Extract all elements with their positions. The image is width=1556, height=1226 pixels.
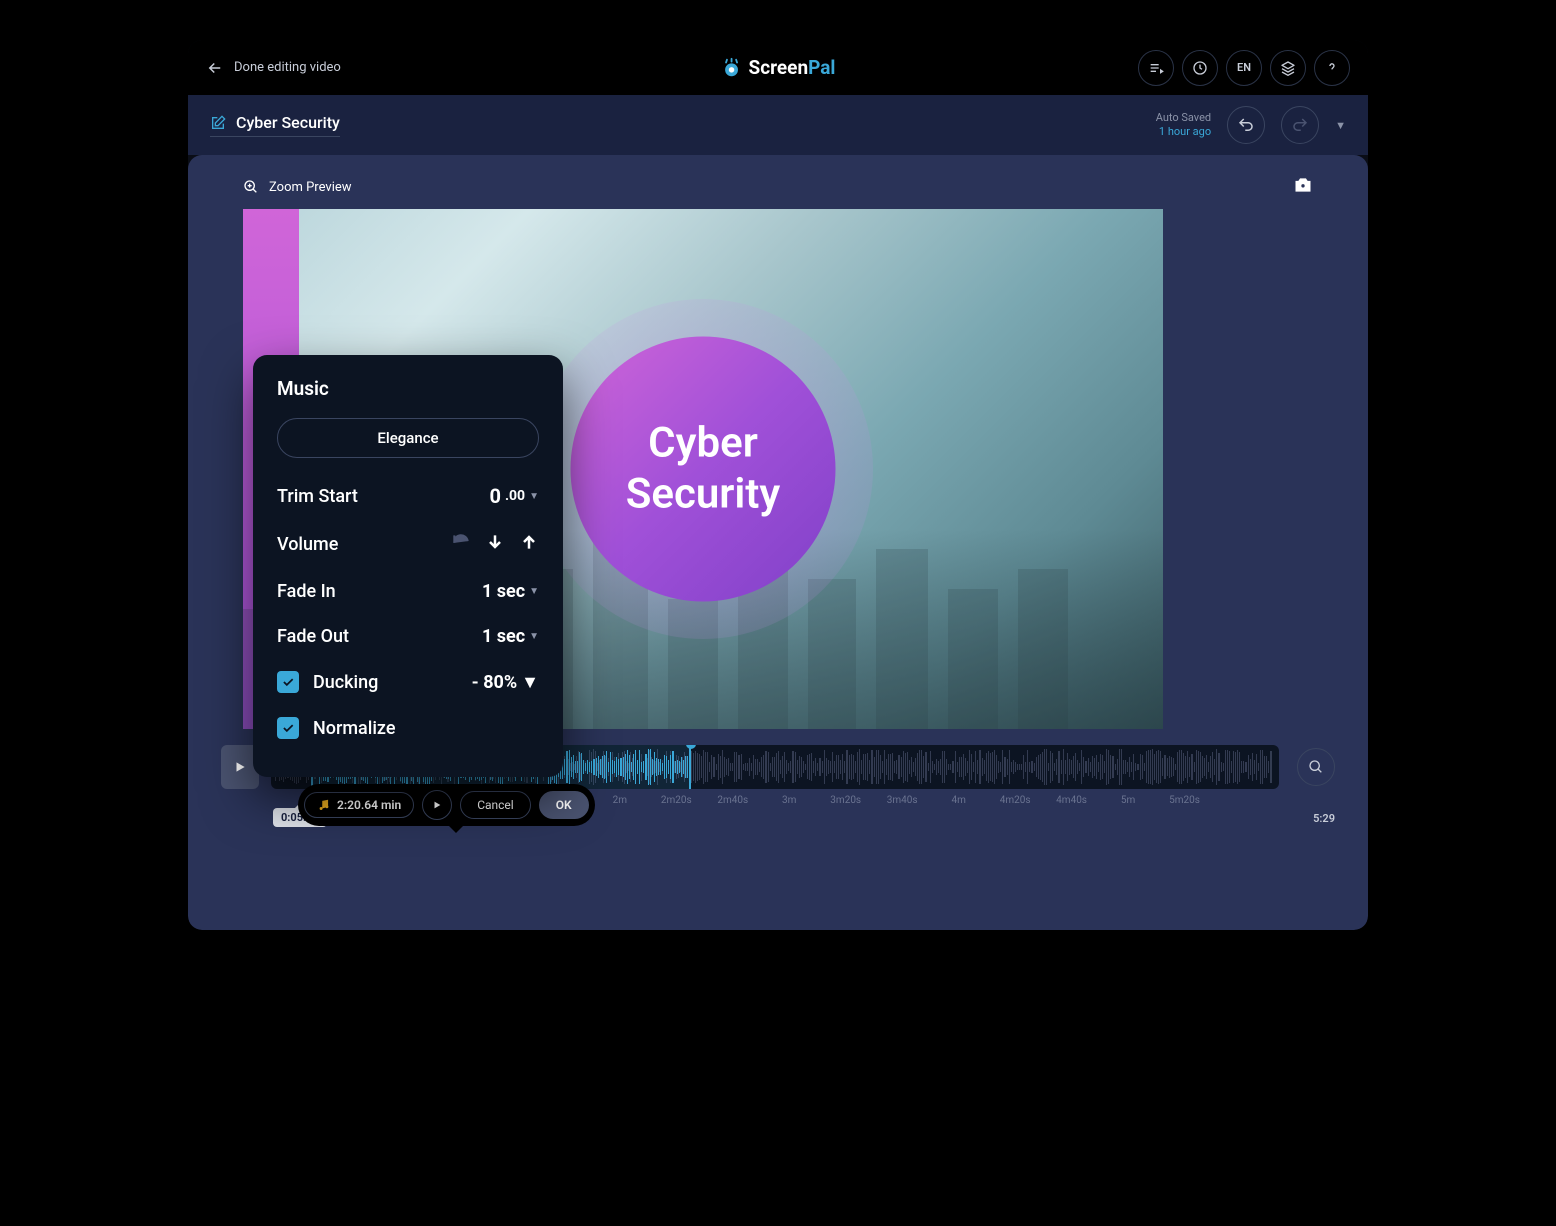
screenshot-button[interactable] [1293,175,1313,199]
arrow-up-icon [519,532,539,552]
tick-label: 5m20s [1169,795,1200,806]
tick-label: 3m40s [887,795,918,806]
tick-label: 2m20s [661,795,692,806]
project-title[interactable]: Cyber Security [210,113,340,137]
timeline-end-time: 5:29 [1313,812,1335,825]
normalize-checkbox[interactable] [277,717,299,739]
back-button[interactable]: Done editing video [206,59,341,77]
top-right-controls: EN [1138,50,1350,86]
clip-toolbar: 2:20.64 min Cancel OK [298,784,595,826]
app-logo: ScreenPal [721,56,836,79]
music-note-icon [317,798,331,812]
arrow-left-icon [206,59,224,77]
tick-label: 4m20s [1000,795,1031,806]
project-title-text: Cyber Security [236,113,340,132]
fade-out-label: Fade Out [277,626,349,647]
track-select-button[interactable]: Elegance [277,418,539,458]
autosave-status: Auto Saved 1 hour ago [1156,111,1211,140]
preview-play-button[interactable] [422,790,452,820]
play-icon [233,760,247,774]
question-icon [1324,60,1340,76]
volume-down-button[interactable] [485,532,505,557]
tick-label: 2m [613,795,627,806]
tick-label: 5m [1121,795,1135,806]
fade-out-value[interactable]: 1 sec ▼ [482,626,539,647]
title-circle: CyberSecurity [571,337,836,602]
search-icon [1308,759,1324,775]
check-icon [281,675,295,689]
fade-in-label: Fade In [277,581,336,602]
volume-label: Volume [277,534,338,555]
help-button[interactable] [1314,50,1350,86]
undo-icon [1237,116,1255,134]
tick-label: 3m [782,795,796,806]
refresh-icon [451,532,471,552]
sub-header: Cyber Security Auto Saved 1 hour ago ▼ [188,95,1368,155]
volume-reset-button[interactable] [451,532,471,557]
tick-label: 4m40s [1056,795,1087,806]
zoom-label[interactable]: Zoom Preview [269,180,352,195]
ducking-label: Ducking [313,672,378,693]
trim-start-value[interactable]: 0.00 ▼ [489,484,539,508]
volume-up-button[interactable] [519,532,539,557]
overlay-line1: Cyber [648,419,758,468]
queue-button[interactable] [1138,50,1174,86]
app-window: Done editing video ScreenPal EN Cyber Se… [188,40,1368,930]
music-panel-title: Music [277,377,539,400]
ducking-value[interactable]: - 80% ▼ [472,672,539,693]
editor-main: Zoom Preview CyberSecurity [188,155,1368,930]
back-label: Done editing video [234,60,341,75]
tick-label: 2m40s [717,795,748,806]
layers-icon [1280,60,1296,76]
music-panel: Music Elegance Trim Start 0.00 ▼ Volume … [253,355,563,777]
overlay-line2: Security [626,469,781,518]
edit-icon [210,115,226,131]
cancel-button[interactable]: Cancel [460,791,531,819]
top-bar: Done editing video ScreenPal EN [188,40,1368,95]
autosave-time: 1 hour ago [1156,125,1211,139]
history-dropdown[interactable]: ▼ [1335,119,1346,132]
layers-button[interactable] [1270,50,1306,86]
undo-button[interactable] [1227,106,1265,144]
logo-icon [721,57,743,79]
autosave-label: Auto Saved [1156,111,1211,125]
history-button[interactable] [1182,50,1218,86]
check-icon [281,721,295,735]
ok-button[interactable]: OK [539,791,589,819]
redo-button[interactable] [1281,106,1319,144]
logo-text-a: Screen [749,56,809,79]
timeline-zoom-button[interactable] [1297,748,1335,786]
redo-icon [1291,116,1309,134]
language-button[interactable]: EN [1226,50,1262,86]
normalize-label: Normalize [313,718,395,739]
camera-icon [1293,175,1313,195]
list-icon [1148,60,1164,76]
ducking-checkbox[interactable] [277,671,299,693]
preview-toolbar: Zoom Preview [243,171,1313,209]
tick-label: 3m20s [830,795,861,806]
zoom-icon[interactable] [243,179,259,195]
play-icon [432,800,442,810]
arrow-down-icon [485,532,505,552]
tick-label: 4m [951,795,965,806]
clock-icon [1192,60,1208,76]
trim-start-label: Trim Start [277,486,358,507]
music-duration-text: 2:20.64 min [337,798,401,812]
logo-text-b: Pal [808,56,835,79]
music-duration-chip[interactable]: 2:20.64 min [304,792,414,818]
fade-in-value[interactable]: 1 sec ▼ [482,581,539,602]
